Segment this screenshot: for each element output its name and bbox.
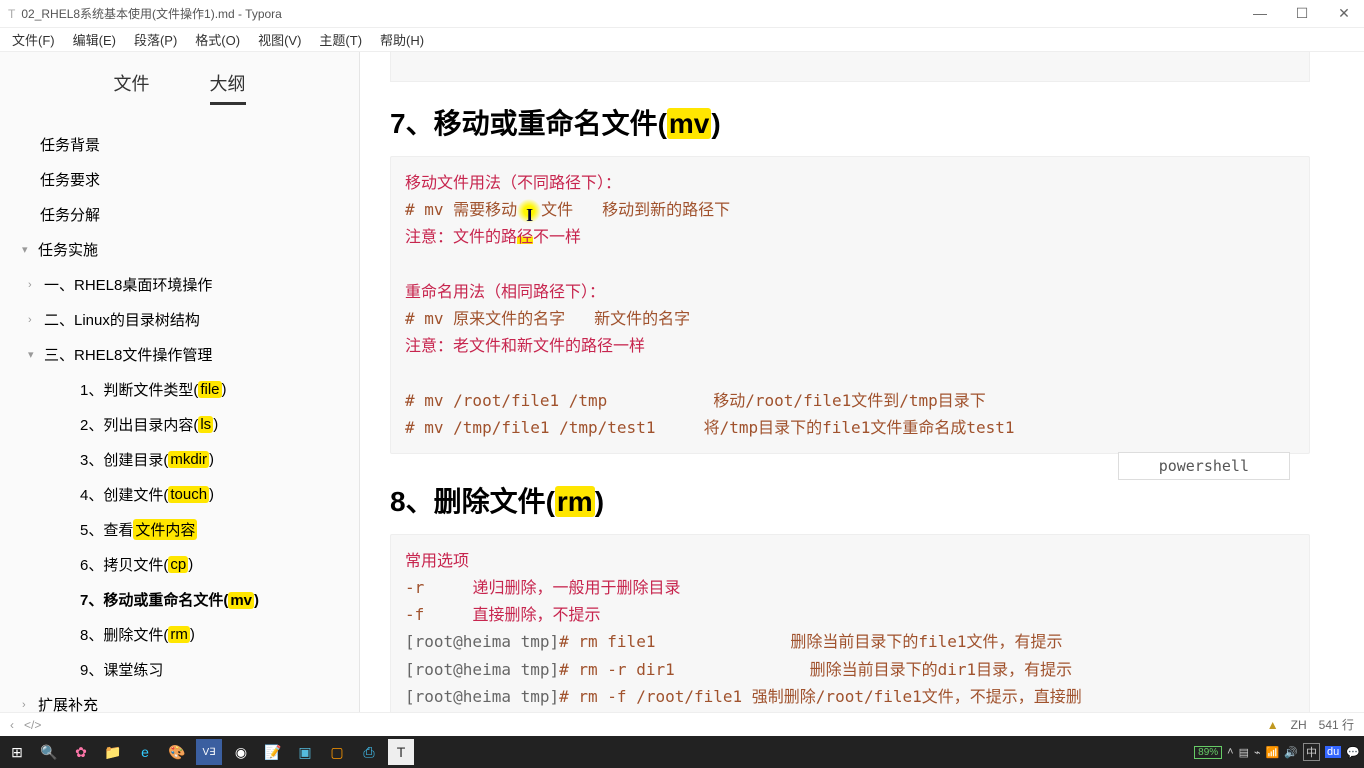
minimize-button[interactable]: — (1248, 5, 1272, 22)
window-title: 02_RHEL8系统基本使用(文件操作1).md - Typora (21, 5, 1248, 22)
visio-icon[interactable]: V∃ (196, 739, 222, 765)
back-button[interactable]: ‹ (10, 718, 14, 732)
start-button[interactable]: ⊞ (4, 739, 30, 765)
search-icon[interactable]: 🔍 (36, 739, 62, 765)
explorer-icon[interactable]: 📁 (100, 739, 126, 765)
action-center-icon[interactable]: 💬 (1346, 746, 1360, 759)
outline-item[interactable]: ▾任务实施 (10, 232, 349, 267)
bluetooth-icon[interactable]: ⌁ (1254, 746, 1261, 759)
text-cursor-highlight (517, 199, 541, 223)
outline-item[interactable]: ▾三、RHEL8文件操作管理 (10, 337, 349, 372)
menubar: 文件(F) 编辑(E) 段落(P) 格式(O) 视图(V) 主题(T) 帮助(H… (0, 28, 1364, 52)
outline-tree: 任务背景任务要求任务分解▾任务实施›一、RHEL8桌面环境操作›二、Linux的… (0, 123, 359, 712)
code-block-rm[interactable]: 常用选项 -r 递归删除，一般用于删除目录 -f 直接删除，不提示 [root@… (390, 534, 1310, 712)
menu-view[interactable]: 视图(V) (250, 28, 309, 51)
outline-item[interactable]: ›一、RHEL8桌面环境操作 (10, 267, 349, 302)
menu-help[interactable]: 帮助(H) (372, 28, 432, 51)
warning-icon[interactable]: ▲ (1267, 718, 1279, 732)
statusbar: ‹ </> ▲ ZH 541 行 (0, 712, 1364, 736)
vm-icon[interactable]: ▢ (324, 739, 350, 765)
system-tray[interactable]: 89% ˄ ▤ ⌁ 📶 🔊 中 du 💬 (1194, 743, 1360, 761)
menu-file[interactable]: 文件(F) (4, 28, 63, 51)
app-icon: T (8, 7, 15, 21)
chrome-icon[interactable]: ◉ (228, 739, 254, 765)
outline-item[interactable]: 1、判断文件类型(file) (10, 372, 349, 407)
notepad-icon[interactable]: 📝 (260, 739, 286, 765)
outline-item[interactable]: 8、删除文件(rm) (10, 617, 349, 652)
paint-icon[interactable]: 🎨 (164, 739, 190, 765)
heading-8: 8、删除文件(rm) (390, 480, 1310, 520)
outline-item[interactable]: 任务分解 (10, 197, 349, 232)
tray-arrow-icon[interactable]: ˄ (1227, 746, 1233, 758)
line-count: 541 行 (1319, 716, 1354, 733)
titlebar: T 02_RHEL8系统基本使用(文件操作1).md - Typora — ☐ … (0, 0, 1364, 28)
battery-indicator: 89% (1194, 746, 1222, 759)
outline-item[interactable]: 7、移动或重命名文件(mv) (10, 582, 349, 617)
color-icon[interactable]: ✿ (68, 739, 94, 765)
taskbar: ⊞ 🔍 ✿ 📁 e 🎨 V∃ ◉ 📝 ▣ ▢ ⎙ T 89% ˄ ▤ ⌁ 📶 🔊… (0, 736, 1364, 768)
outline-item[interactable]: 5、查看文件内容 (10, 512, 349, 547)
menu-theme[interactable]: 主题(T) (311, 28, 370, 51)
code-lang-tag[interactable]: powershell (1118, 452, 1290, 480)
input-lang: ZH (1291, 718, 1307, 732)
menu-paragraph[interactable]: 段落(P) (126, 28, 185, 51)
menu-format[interactable]: 格式(O) (187, 28, 248, 51)
network-icon[interactable]: ▤ (1239, 746, 1249, 759)
code-block-mv[interactable]: 移动文件用法（不同路径下）： # mv 需要移动文件 移动到新的路径下 注意：文… (390, 156, 1310, 454)
outline-item[interactable]: 4、创建文件(touch) (10, 477, 349, 512)
maximize-button[interactable]: ☐ (1290, 5, 1314, 22)
outline-item[interactable]: 任务背景 (10, 127, 349, 162)
volume-icon[interactable]: 🔊 (1284, 746, 1298, 759)
outline-item[interactable]: 任务要求 (10, 162, 349, 197)
sidebar: 文件 大纲 任务背景任务要求任务分解▾任务实施›一、RHEL8桌面环境操作›二、… (0, 52, 360, 712)
source-toggle[interactable]: </> (24, 718, 41, 732)
wifi-icon[interactable]: 📶 (1266, 746, 1280, 759)
close-button[interactable]: ✕ (1332, 5, 1356, 22)
ime-du[interactable]: du (1325, 746, 1341, 758)
outline-item[interactable]: 2、列出目录内容(ls) (10, 407, 349, 442)
outline-item[interactable]: ›二、Linux的目录树结构 (10, 302, 349, 337)
outline-item[interactable]: 3、创建目录(mkdir) (10, 442, 349, 477)
terminal-icon[interactable]: ▣ (292, 739, 318, 765)
outline-item[interactable]: 9、课堂练习 (10, 652, 349, 687)
editor-content[interactable]: 7、移动或重命名文件(mv) 移动文件用法（不同路径下）： # mv 需要移动文… (360, 52, 1364, 712)
capture-icon[interactable]: ⎙ (356, 739, 382, 765)
menu-edit[interactable]: 编辑(E) (65, 28, 124, 51)
outline-item[interactable]: ›扩展补充 (10, 687, 349, 712)
heading-7: 7、移动或重命名文件(mv) (390, 102, 1310, 142)
edge-icon[interactable]: e (132, 739, 158, 765)
outline-item[interactable]: 6、拷贝文件(cp) (10, 547, 349, 582)
sidebar-tab-file[interactable]: 文件 (114, 70, 150, 105)
ime-zhong[interactable]: 中 (1303, 743, 1320, 761)
typora-icon[interactable]: T (388, 739, 414, 765)
sidebar-tab-outline[interactable]: 大纲 (210, 70, 246, 105)
